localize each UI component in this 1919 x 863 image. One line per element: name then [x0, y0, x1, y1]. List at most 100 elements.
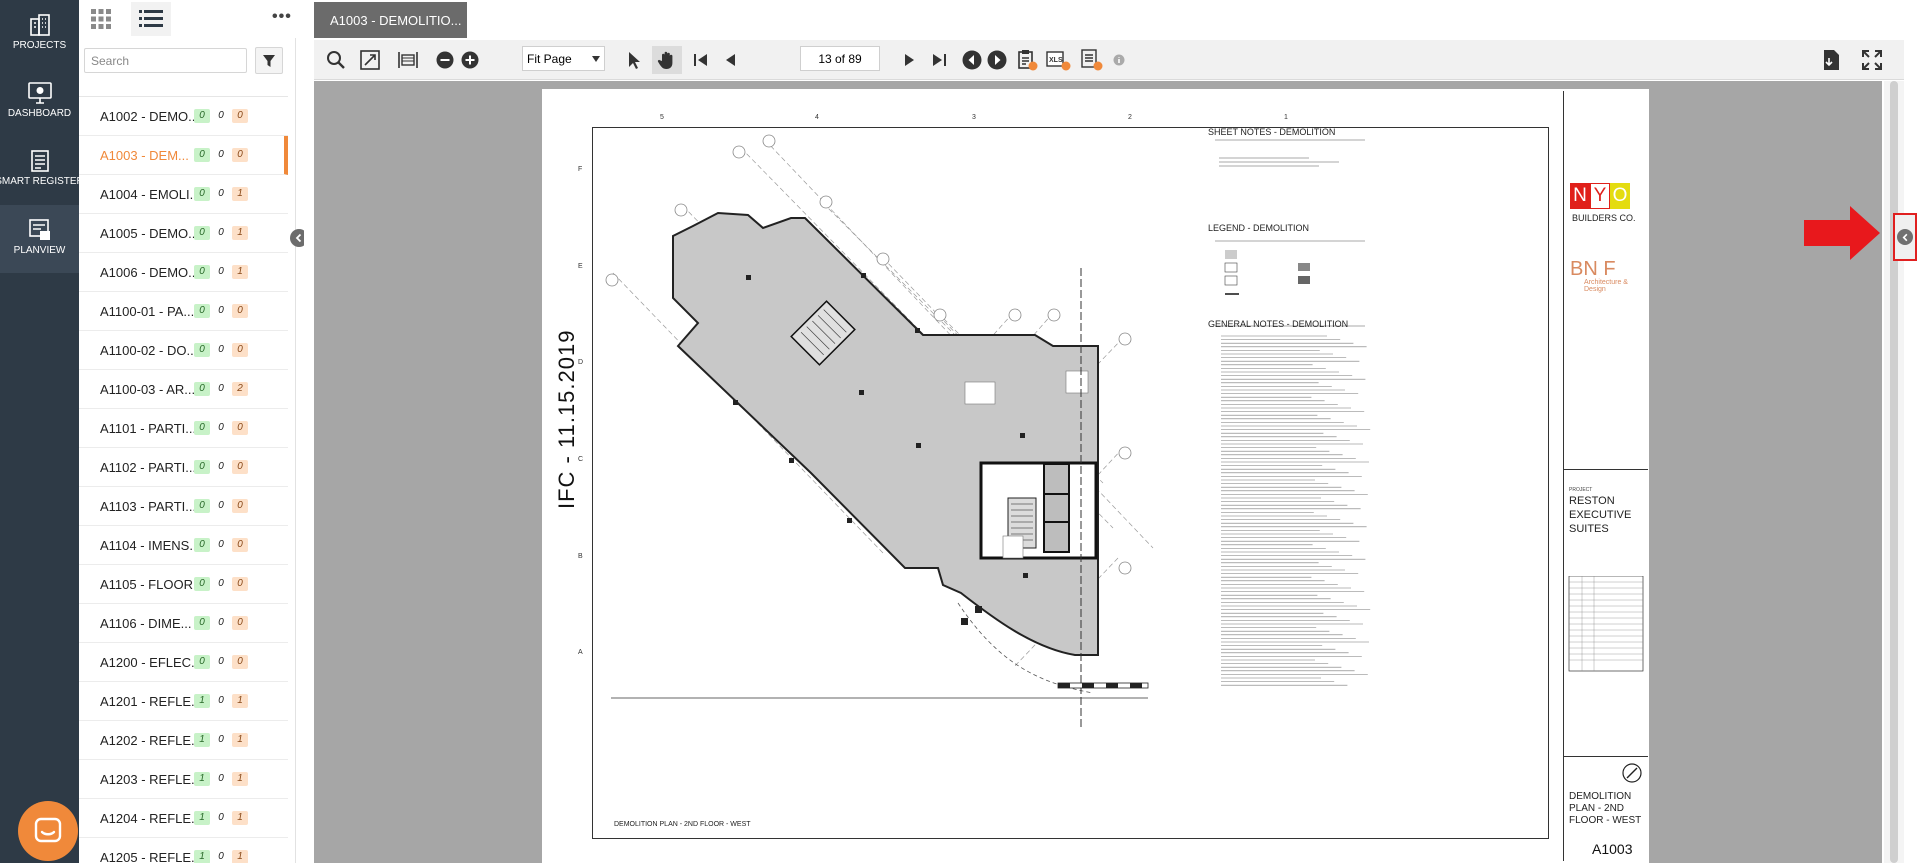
viewer-scroll-thumb[interactable] [1890, 81, 1898, 863]
sheet-list-item[interactable]: A1100-03 - AR... 0 0 2 [79, 370, 288, 409]
cursor-arrow-icon [629, 52, 640, 69]
add-checklist-button[interactable] [1014, 48, 1040, 72]
export-excel-button[interactable]: XLS [1044, 48, 1074, 72]
previous-view-button[interactable] [961, 48, 983, 72]
issue-count-badge: 0 [232, 616, 248, 630]
sheet-list-item[interactable]: A1003 - DEM... 0 0 0 [79, 136, 288, 175]
issue-count-badge: 1 [232, 265, 248, 279]
open-count-badge: 0 [194, 109, 210, 123]
first-page-button[interactable] [690, 48, 712, 72]
next-view-button[interactable] [986, 48, 1008, 72]
sheet-list-item[interactable]: A1005 - DEMO... 0 0 1 [79, 214, 288, 253]
page-number-input[interactable] [800, 46, 880, 71]
export-report-button[interactable] [1078, 48, 1106, 72]
open-count-badge: 1 [194, 694, 210, 708]
nav-projects[interactable]: PROJECTS [0, 0, 79, 68]
general-notes-heading: GENERAL NOTES - DEMOLITION [1208, 319, 1349, 329]
sheet-list-item[interactable]: A1201 - REFLE... 1 0 1 [79, 682, 288, 721]
pan-tool-button[interactable] [652, 46, 682, 74]
sheet-name: A1102 - PARTI... [100, 459, 194, 475]
sheet-name: A1205 - REFLE... [100, 849, 194, 863]
sheet-name: A1004 - EMOLI... [100, 186, 194, 202]
sheet-list-item[interactable]: A1100-02 - DO... 0 0 0 [79, 331, 288, 370]
zoom-out-button[interactable] [434, 48, 456, 72]
chat-button[interactable] [18, 801, 78, 861]
fit-width-button[interactable] [396, 48, 420, 72]
sheet-list-item[interactable]: A1204 - REFLE... 1 0 1 [79, 799, 288, 838]
sheet-list-item[interactable]: A1101 - PARTI... 0 0 0 [79, 409, 288, 448]
list-view-button[interactable] [131, 2, 171, 36]
issue-count-badge: 0 [232, 343, 248, 357]
document-tab[interactable]: A1003 - DEMOLITIO... [314, 2, 467, 38]
legend-heading: LEGEND - DEMOLITION [1208, 223, 1310, 233]
open-count-badge: 0 [194, 616, 210, 630]
nav-smart-register[interactable]: SMART REGISTER [0, 136, 84, 204]
pending-count: 0 [218, 734, 224, 745]
viewer-scrollbar[interactable] [1884, 81, 1904, 863]
seal-icon [1622, 763, 1642, 783]
pending-count: 0 [218, 617, 224, 628]
nav-planview[interactable]: PLANVIEW [0, 205, 79, 273]
pending-count: 0 [218, 344, 224, 355]
column-tick: 3 [972, 114, 976, 121]
fullscreen-button[interactable] [1860, 48, 1884, 72]
filter-button[interactable] [255, 47, 283, 74]
sheet-name: A1006 - DEMO... [100, 264, 194, 280]
column-tick: 5 [660, 114, 664, 121]
open-count-badge: 0 [194, 304, 210, 318]
next-page-button[interactable] [899, 48, 921, 72]
nyo-logo: N Y O [1570, 183, 1630, 209]
sheet-list-item[interactable]: A1200 - EFLEC... 0 0 0 [79, 643, 288, 682]
sheet-list-item[interactable]: A1102 - PARTI... 0 0 0 [79, 448, 288, 487]
circle-play-icon [987, 50, 1007, 70]
sheet-list-item[interactable]: A1106 - DIME... 0 0 0 [79, 604, 288, 643]
panel-toolbar: ••• [79, 0, 296, 38]
sheet-list-item[interactable]: A1004 - EMOLI... 0 0 1 [79, 175, 288, 214]
search-input[interactable] [84, 48, 247, 73]
pending-count: 0 [218, 461, 224, 472]
sheet-list-item[interactable]: A1103 - PARTI... 0 0 0 [79, 487, 288, 526]
grid-icon [91, 9, 111, 29]
sheet-list-item[interactable]: A1202 - REFLE... 1 0 1 [79, 721, 288, 760]
sheet-list-item[interactable]: A1105 - FLOOR 0 0 0 [79, 565, 288, 604]
nav-dashboard[interactable]: DASHBOARD [0, 68, 79, 136]
sheet-list-item[interactable]: A1006 - DEMO... 0 0 1 [79, 253, 288, 292]
row-tick: F [578, 166, 583, 173]
sheet-list-item[interactable]: A1002 - DEMO... 0 0 0 [79, 97, 288, 136]
document-canvas[interactable]: IFC - 11.15.2019 SHEET NOTES - DEMOLITIO… [314, 81, 1882, 863]
issue-count-badge: 0 [232, 109, 248, 123]
sheet-list-item[interactable]: A1205 - REFLE... 1 0 1 [79, 838, 288, 863]
plan-viewer: A1003 - DEMOLITIO... Fit Page 13 of 89 X… [304, 0, 1919, 863]
sheet-list: A1002 - DEMO... 0 0 0 A1003 - DEM... 0 0 0 A1004… [79, 96, 288, 863]
download-button[interactable] [1820, 48, 1844, 72]
last-page-button[interactable] [928, 48, 950, 72]
nav-label: DASHBOARD [7, 108, 72, 119]
document-tabs: A1003 - DEMOLITIO... [304, 0, 1919, 38]
open-count-badge: 0 [194, 421, 210, 435]
sheet-list-item[interactable]: A1104 - IMENS... 0 0 0 [79, 526, 288, 565]
pending-count: 0 [218, 656, 224, 667]
zoom-in-button[interactable] [459, 48, 481, 72]
info-button[interactable] [1110, 48, 1128, 72]
pending-count: 0 [218, 539, 224, 550]
previous-page-button[interactable] [719, 48, 741, 72]
select-tool-button[interactable] [624, 48, 646, 72]
excel-export-icon: XLS [1046, 51, 1071, 71]
pending-count: 0 [218, 266, 224, 277]
sheet-list-item[interactable]: A1203 - REFLE... 1 0 1 [79, 760, 288, 799]
sheet-name: A1104 - IMENS... [100, 537, 194, 553]
open-count-badge: 0 [194, 538, 210, 552]
search-button[interactable] [324, 48, 348, 72]
floor-outline [672, 211, 1099, 656]
drawing-frame [592, 127, 1549, 839]
sheet-list-item[interactable]: A1100-01 - PA... 0 0 0 [79, 292, 288, 331]
grid-view-button[interactable] [81, 2, 121, 36]
zoom-mode-select[interactable]: Fit Page [522, 46, 605, 71]
zoom-region-button[interactable] [358, 48, 382, 72]
app-root: PROJECTS DASHBOARD SMART REGISTER PLANVI… [0, 0, 1919, 863]
expand-right-panel-button[interactable] [1893, 213, 1917, 261]
ifc-date-stamp: IFC - 11.15.2019 [554, 329, 579, 509]
pending-count: 0 [218, 773, 224, 784]
bnf-subtitle: Architecture & Design [1584, 279, 1628, 293]
more-options-button[interactable]: ••• [272, 8, 292, 26]
